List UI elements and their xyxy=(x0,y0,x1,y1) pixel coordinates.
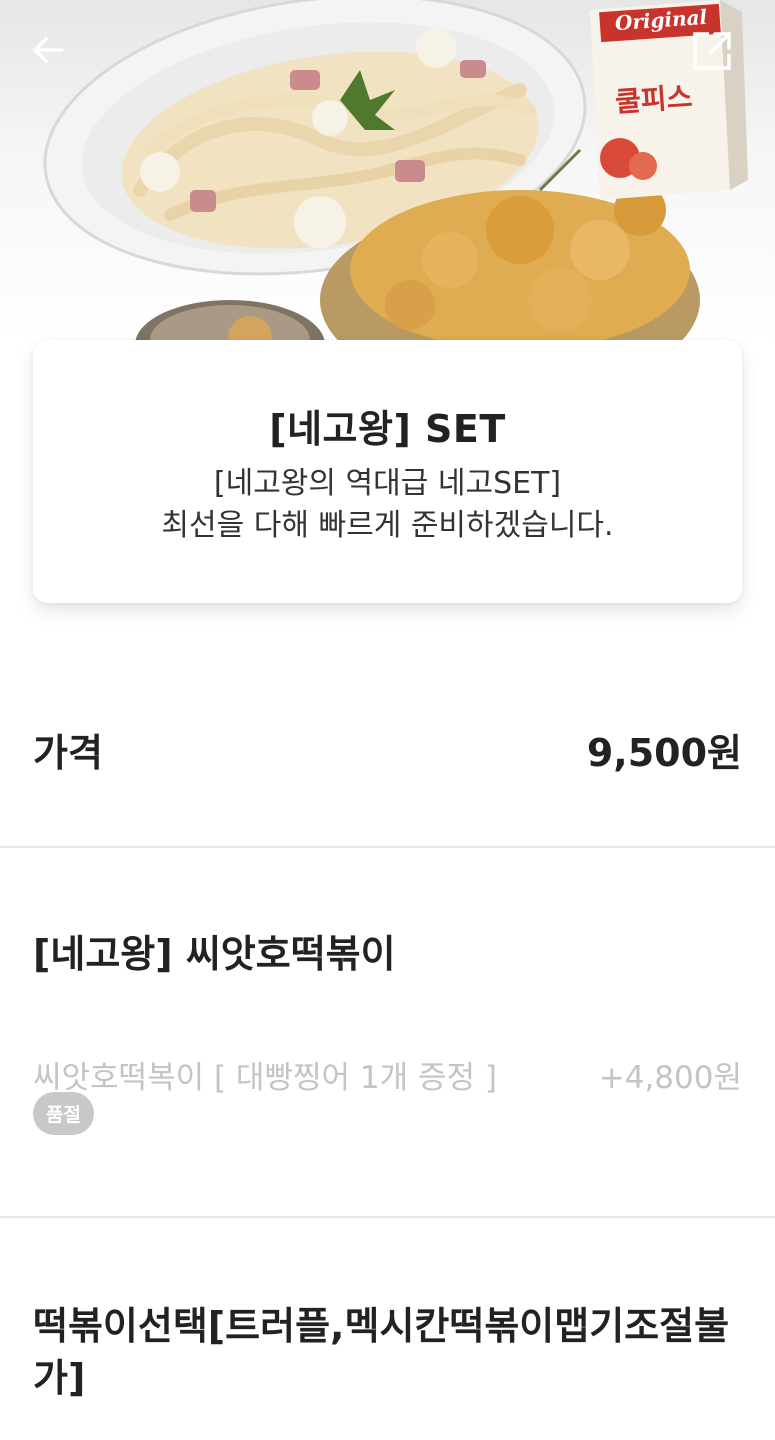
price-label: 가격 xyxy=(33,731,103,775)
menu-info-card: [네고왕] SET [네고왕의 역대급 네고SET] 최선을 다해 빠르게 준비… xyxy=(33,340,742,603)
menu-hero-image: Original 쿨피스 xyxy=(0,0,775,345)
section-divider xyxy=(0,1216,775,1218)
food-photo xyxy=(43,0,748,345)
option-item-soldout[interactable]: 씨앗호떡복이 [ 대빵찡어 1개 증정 ] +4,800원 품절 xyxy=(33,1048,742,1138)
option-price: +4,800원 xyxy=(598,1060,742,1096)
price-value: 9,500원 xyxy=(586,731,742,775)
menu-detail-page: Original 쿨피스 [네고왕] SET [네고왕의 역대급 네고SET] … xyxy=(0,0,775,1440)
drink-name-text: 쿨피스 xyxy=(614,80,694,119)
option-group-title: [네고왕] 씨앗호떡볶이 xyxy=(33,932,396,976)
external-share-icon xyxy=(693,32,731,70)
menu-description-line-2: 최선을 다해 빠르게 준비하겠습니다. xyxy=(161,508,614,543)
menu-title: [네고왕] SET xyxy=(269,407,506,451)
menu-description-line-1: [네고왕의 역대급 네고SET] xyxy=(213,466,562,501)
soldout-badge: 품절 xyxy=(33,1092,94,1135)
share-button[interactable] xyxy=(691,30,751,90)
arrow-left-icon xyxy=(33,37,64,63)
option-group-title: 떡볶이선택[트러플,멕시칸떡볶이맵기조절불가] xyxy=(33,1304,730,1400)
price-row: 가격 9,500원 xyxy=(33,718,742,778)
section-divider xyxy=(0,846,775,848)
back-button[interactable] xyxy=(28,30,88,90)
option-name: 씨앗호떡복이 [ 대빵찡어 1개 증정 ] xyxy=(33,1060,497,1096)
